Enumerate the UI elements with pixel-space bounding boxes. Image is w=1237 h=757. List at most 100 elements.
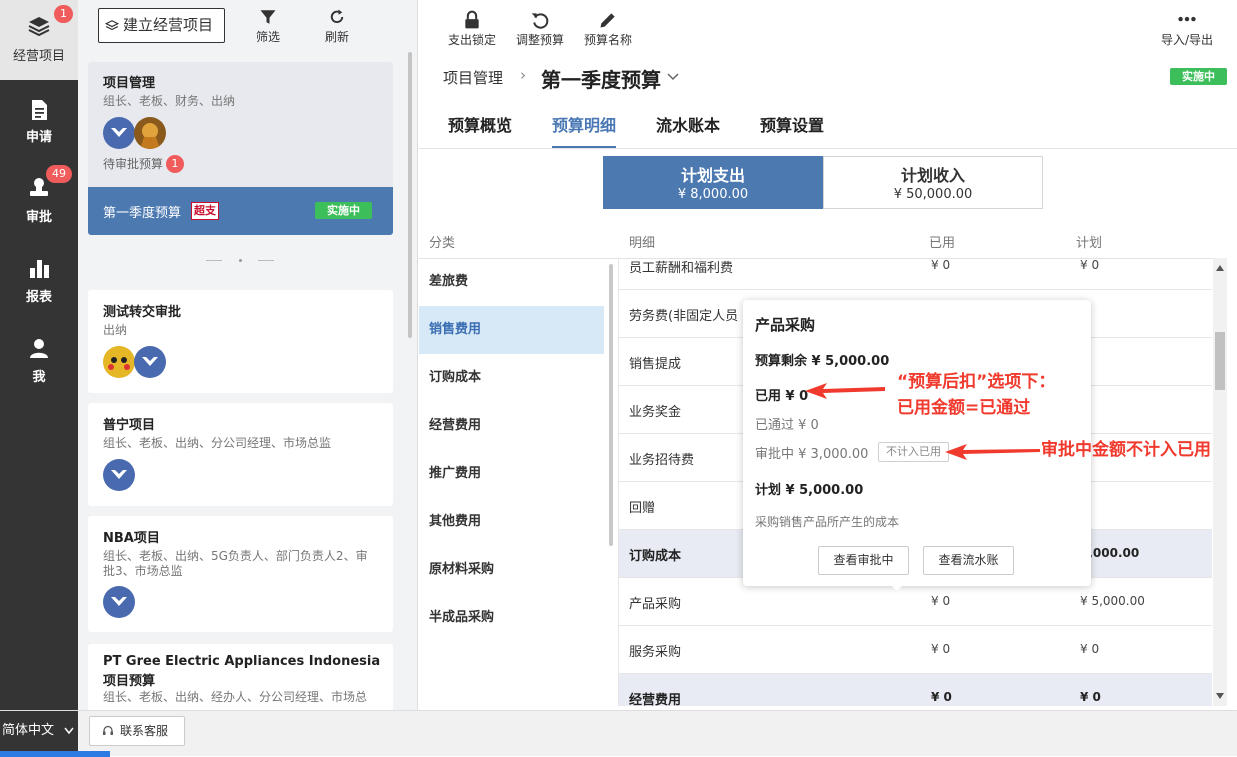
taskbar-accent xyxy=(0,751,110,757)
used-amount: 已用 ¥ 0 xyxy=(755,389,809,404)
detail-scrollbar[interactable] xyxy=(1213,258,1227,706)
lock-label: 支出锁定 xyxy=(447,33,496,47)
pending-amount: 审批中 ¥ 3,000.00 xyxy=(755,447,869,462)
not-counted-tag: 不计入已用 xyxy=(878,442,949,462)
item-description: 采购销售产品所产生的成本 xyxy=(755,515,900,529)
column-header-detail: 明细 xyxy=(629,236,656,251)
import-export-label: 导入/导出 xyxy=(1160,33,1214,47)
red-arrow-icon xyxy=(805,383,885,399)
filter-button[interactable]: 筛选 xyxy=(248,8,288,45)
project-title: NBA项目 xyxy=(103,531,160,546)
breadcrumb-project[interactable]: 项目管理 xyxy=(443,67,503,88)
scroll-down-icon[interactable] xyxy=(1216,693,1224,699)
segment-amount: ¥ 50,000.00 xyxy=(893,187,973,202)
view-ledger-button[interactable]: 查看流水账 xyxy=(923,546,1014,575)
divider xyxy=(206,260,222,261)
segment-planned-expense[interactable]: 计划支出 ¥ 8,000.00 xyxy=(603,156,823,209)
row-name: 服务采购 xyxy=(629,645,682,660)
rail-badge-approve: 49 xyxy=(46,165,72,183)
avatar xyxy=(103,459,135,491)
refresh-label: 刷新 xyxy=(324,30,349,44)
contact-support-button[interactable]: 联系客服 xyxy=(89,716,185,746)
plan-amount: 计划 ¥ 5,000.00 xyxy=(755,483,864,498)
approved-amount: 已通过 ¥ 0 xyxy=(755,418,819,433)
pencil-icon xyxy=(600,13,615,28)
budget-item-q1[interactable]: 第一季度预算 超支 实施中 xyxy=(88,187,393,235)
scroll-up-icon[interactable] xyxy=(1216,265,1224,271)
language-selector[interactable]: 简体中文 xyxy=(0,711,78,751)
segment-planned-income[interactable]: 计划收入 ¥ 50,000.00 xyxy=(823,156,1043,209)
rail-label-apply: 申请 xyxy=(25,130,52,145)
popover-title: 产品采购 xyxy=(755,316,816,334)
project-title: 测试转交审批 xyxy=(103,305,182,320)
project-members-line2: 批3、市场总监 xyxy=(103,564,183,578)
new-project-button[interactable]: 建立经营项目 xyxy=(98,8,225,43)
row-name: 回赠 xyxy=(629,501,656,516)
avatar xyxy=(103,586,135,618)
project-members-line1: 组长、老板、出纳、5G负责人、部门负责人2、审 xyxy=(103,549,368,563)
refresh-button[interactable]: 刷新 xyxy=(317,8,357,45)
table-row[interactable]: 员工薪酬和福利费 ¥ 0 ¥ 0 xyxy=(619,258,1212,290)
rename-budget-button[interactable]: 预算名称 xyxy=(583,10,633,48)
lock-icon xyxy=(465,10,479,29)
column-header-plan: 计划 xyxy=(1076,236,1103,251)
divider xyxy=(258,260,274,261)
tab-settings[interactable]: 预算设置 xyxy=(760,112,824,136)
rail-item-projects[interactable]: 经营项目 1 xyxy=(0,0,78,80)
filter-icon xyxy=(260,10,276,24)
project-card[interactable]: 测试转交审批 出纳 xyxy=(88,290,393,393)
rail-item-reports[interactable]: 报表 xyxy=(0,242,78,322)
adjust-budget-button[interactable]: 调整预算 xyxy=(515,10,565,48)
avatar xyxy=(103,117,135,149)
row-used: ¥ 0 xyxy=(931,594,951,608)
avatar xyxy=(103,346,135,378)
project-title: 普宁项目 xyxy=(103,418,156,433)
page-title[interactable]: 第一季度预算 xyxy=(541,64,661,93)
row-plan: ¥ 0 xyxy=(1080,690,1101,704)
row-name: 销售提成 xyxy=(629,357,682,372)
project-list-scrollbar[interactable] xyxy=(408,52,412,338)
chevron-down-icon xyxy=(64,727,74,735)
tab-overview[interactable]: 预算概览 xyxy=(448,112,512,136)
undo-icon xyxy=(531,13,549,29)
import-export-button[interactable]: 导入/导出 xyxy=(1157,10,1217,48)
row-name: 员工薪酬和福利费 xyxy=(629,261,734,276)
scrollbar-thumb[interactable] xyxy=(1215,332,1225,390)
tab-ledger[interactable]: 流水账本 xyxy=(656,112,720,136)
project-list-panel: 建立经营项目 筛选 刷新 项目管理 组长、老板、财务、出纳 待审批预算 1 第一… xyxy=(78,0,418,710)
project-card[interactable]: NBA项目 组长、老板、出纳、5G负责人、部门负责人2、审 批3、市场总监 xyxy=(88,516,393,632)
breadcrumb-separator-icon: › xyxy=(520,66,526,84)
project-card[interactable]: 普宁项目 组长、老板、出纳、分公司经理、市场总监 xyxy=(88,403,393,506)
divider xyxy=(239,259,242,262)
project-card[interactable]: PT Gree Electric Appliances Indonesia 项目… xyxy=(88,644,393,710)
rail-item-approve[interactable]: 审批 49 xyxy=(0,162,78,242)
row-name: 业务招待费 xyxy=(629,453,695,468)
rail-label-projects: 经营项目 xyxy=(12,49,65,64)
layers-icon xyxy=(105,20,119,31)
column-header-category: 分类 xyxy=(429,236,456,251)
overspend-tag: 超支 xyxy=(191,202,219,220)
rail-item-me[interactable]: 我 xyxy=(0,322,78,402)
row-plan: ¥ 5,000.00 xyxy=(1080,594,1145,608)
status-badge: 实施中 xyxy=(1170,68,1227,85)
tab-detail[interactable]: 预算明细 xyxy=(552,112,616,136)
divider xyxy=(419,148,1237,149)
chevron-down-icon[interactable] xyxy=(667,72,679,82)
rail-item-apply[interactable]: 申请 xyxy=(0,82,78,162)
headset-icon xyxy=(103,725,113,735)
lock-spending-button[interactable]: 支出锁定 xyxy=(447,10,497,48)
rail-label-approve: 审批 xyxy=(25,210,52,225)
red-arrow-icon xyxy=(945,444,1040,460)
table-row[interactable]: 服务采购 ¥ 0 ¥ 0 xyxy=(619,626,1212,674)
annotation-deduct-rule-line1: “预算后扣”选项下： xyxy=(897,372,1056,392)
status-badge: 实施中 xyxy=(315,202,372,219)
adjust-label: 调整预算 xyxy=(515,33,564,47)
project-members: 组长、老板、财务、出纳 xyxy=(103,94,236,108)
row-name: 业务奖金 xyxy=(629,405,682,420)
segment-label: 计划收入 xyxy=(900,166,965,185)
table-row-subtotal[interactable]: 经营费用 ¥ 0 ¥ 0 xyxy=(619,674,1212,706)
view-pending-button[interactable]: 查看审批中 xyxy=(818,546,909,575)
row-name: 经营费用 xyxy=(629,693,682,706)
project-group-card[interactable]: 项目管理 组长、老板、财务、出纳 待审批预算 1 第一季度预算 超支 实施中 xyxy=(88,62,393,235)
row-used: ¥ 0 xyxy=(931,690,952,704)
